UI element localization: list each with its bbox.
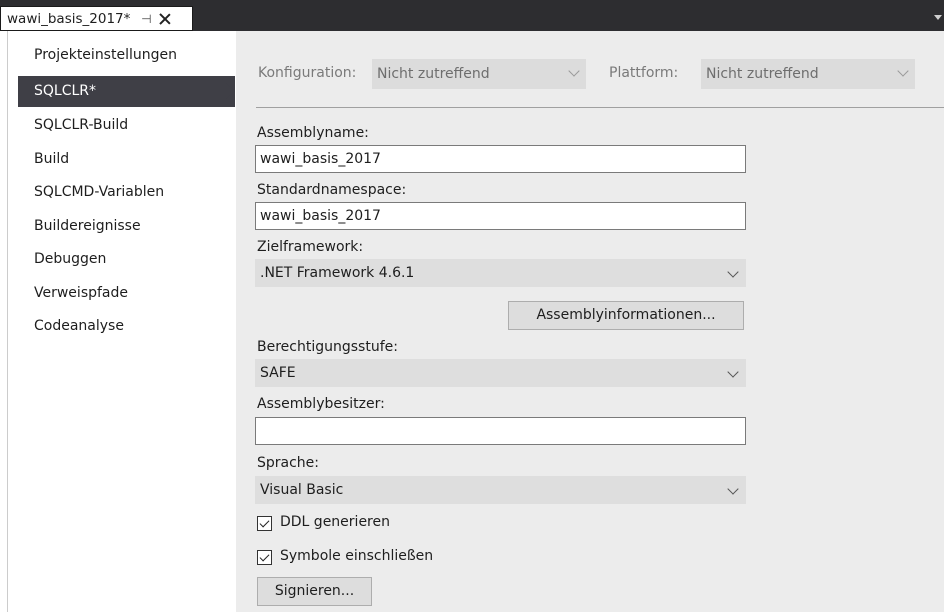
framework-label: Zielframework: (257, 239, 364, 255)
chevron-down-icon (727, 266, 739, 278)
separator (256, 107, 944, 108)
chevron-down-icon (727, 483, 739, 495)
sidebar-item-verweispfade[interactable]: Verweispfade (34, 285, 128, 301)
symbols-checkbox[interactable] (257, 550, 272, 565)
pin-icon[interactable]: ⊣ (140, 12, 152, 26)
sidebar-item-debuggen[interactable]: Debuggen (34, 251, 106, 267)
framework-value: .NET Framework 4.6.1 (260, 265, 415, 281)
ddl-checkbox[interactable] (257, 516, 272, 531)
sidebar-item-sqlcmd-variablen[interactable]: SQLCMD-Variablen (34, 184, 164, 200)
sign-button[interactable]: Signieren... (257, 577, 372, 606)
document-left-border (0, 31, 8, 612)
sqlclr-settings-panel: Konfiguration: Nicht zutreffend Plattfor… (236, 31, 944, 612)
platform-value: Nicht zutreffend (706, 66, 819, 82)
sidebar-item-build[interactable]: Build (34, 151, 69, 167)
configuration-label: Konfiguration: (258, 65, 357, 81)
tab-overflow-dropdown-icon[interactable] (934, 15, 942, 20)
owner-input[interactable] (255, 417, 746, 445)
chevron-down-icon (727, 366, 739, 378)
close-icon[interactable] (158, 12, 172, 26)
selected-indicator-arrow (226, 83, 235, 99)
ddl-label: DDL generieren (280, 514, 390, 530)
language-dropdown[interactable]: Visual Basic (255, 476, 746, 504)
sidebar-item-buildereignisse[interactable]: Buildereignisse (34, 218, 141, 234)
symbols-label: Symbole einschließen (280, 548, 434, 564)
platform-label: Plattform: (609, 65, 679, 81)
chevron-down-icon (568, 65, 580, 77)
assemblyname-label: Assemblyname: (257, 125, 369, 141)
chevron-down-icon (897, 65, 909, 77)
permission-dropdown[interactable]: SAFE (255, 359, 746, 387)
platform-dropdown: Nicht zutreffend (701, 59, 915, 89)
property-pages-sidebar: Projekteinstellungen SQLCLR* SQLCLR-Buil… (9, 31, 236, 612)
sidebar-item-projekteinstellungen[interactable]: Projekteinstellungen (34, 47, 177, 63)
assemblyinfo-button[interactable]: Assemblyinformationen... (508, 301, 744, 330)
framework-dropdown[interactable]: .NET Framework 4.6.1 (255, 259, 746, 287)
sidebar-item-sqlclr[interactable]: SQLCLR* (18, 76, 235, 107)
sidebar-item-sqlclr-build[interactable]: SQLCLR-Build (34, 117, 128, 133)
namespace-input[interactable] (255, 202, 746, 230)
sidebar-item-label: SQLCLR* (34, 83, 97, 99)
document-tab[interactable]: wawi_basis_2017* ⊣ (0, 6, 193, 31)
configuration-dropdown: Nicht zutreffend (372, 59, 586, 89)
language-value: Visual Basic (260, 482, 344, 498)
document-tab-strip: wawi_basis_2017* ⊣ (0, 0, 944, 31)
sidebar-item-codeanalyse[interactable]: Codeanalyse (34, 318, 124, 334)
permission-value: SAFE (260, 365, 296, 381)
permission-label: Berechtigungsstufe: (257, 339, 398, 355)
namespace-label: Standardnamespace: (257, 182, 407, 198)
document-tab-title: wawi_basis_2017* (7, 10, 131, 27)
configuration-value: Nicht zutreffend (377, 66, 490, 82)
owner-label: Assemblybesitzer: (257, 396, 385, 412)
language-label: Sprache: (257, 455, 320, 471)
assemblyname-input[interactable] (255, 145, 746, 173)
